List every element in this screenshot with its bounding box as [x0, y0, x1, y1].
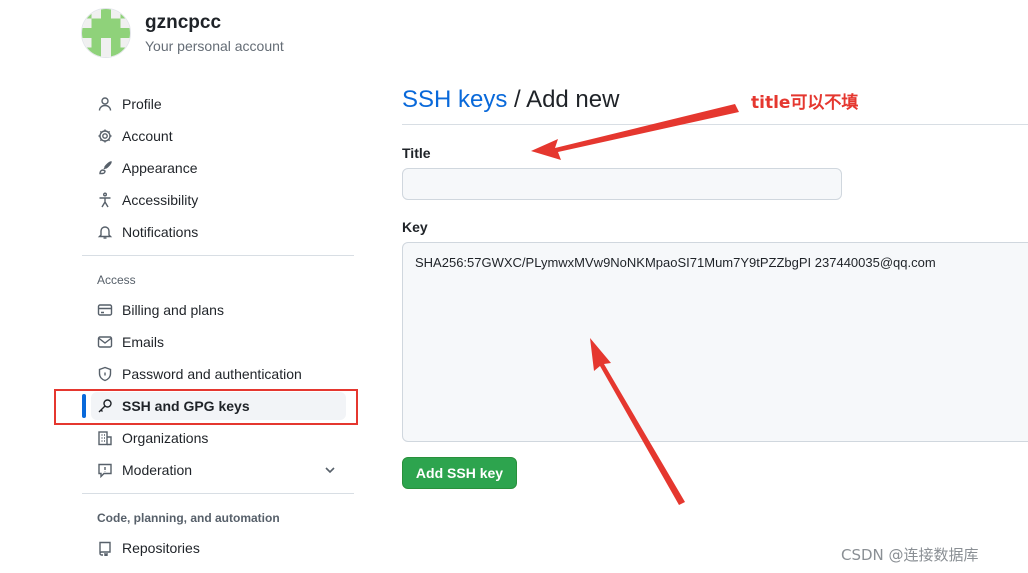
report-icon [97, 462, 113, 478]
breadcrumb-ssh-keys[interactable]: SSH keys [402, 86, 507, 113]
organization-icon [97, 430, 113, 446]
page-title: SSH keys / Add new [402, 86, 619, 114]
accessibility-icon [97, 192, 113, 208]
sidebar-item-label: Profile [122, 96, 162, 112]
sidebar-item-billing[interactable]: Billing and plans [91, 296, 346, 324]
sidebar-item-label: Billing and plans [122, 302, 224, 318]
account-username[interactable]: gzncpcc [145, 12, 221, 34]
sidebar-item-emails[interactable]: Emails [91, 328, 346, 356]
gear-icon [97, 128, 113, 144]
sidebar-item-organizations[interactable]: Organizations [91, 424, 346, 452]
title-divider [402, 124, 1028, 125]
credit-card-icon [97, 302, 113, 318]
avatar[interactable] [81, 8, 131, 58]
add-ssh-key-button[interactable]: Add SSH key [402, 457, 517, 489]
title-input[interactable] [402, 168, 842, 200]
sidebar-item-label: Repositories [122, 540, 200, 556]
sidebar-item-profile[interactable]: Profile [91, 90, 346, 118]
sidebar-item-password[interactable]: Password and authentication [91, 360, 346, 388]
sidebar-item-label: Accessibility [122, 192, 199, 208]
key-textarea[interactable]: SHA256:57GWXC/PLymwxMVw9NoNKMpaoSI71Mum7… [402, 242, 1028, 442]
sidebar-item-label: Account [122, 128, 173, 144]
sidebar-item-label: Emails [122, 334, 165, 350]
chevron-down-icon[interactable] [323, 463, 337, 477]
account-subtitle: Your personal account [145, 38, 284, 54]
sidebar-item-account[interactable]: Account [91, 122, 346, 150]
sidebar-item-appearance[interactable]: Appearance [91, 154, 346, 182]
sidebar-divider [82, 493, 354, 494]
sidebar-item-accessibility[interactable]: Accessibility [91, 186, 346, 214]
annotation-note: title可以不填 [751, 93, 859, 113]
watermark: CSDN @连接数据库 [841, 546, 979, 564]
sidebar-item-label: Notifications [122, 224, 199, 240]
sidebar-item-notifications[interactable]: Notifications [91, 218, 346, 246]
sidebar-item-label: Organizations [122, 430, 209, 446]
shield-lock-icon [97, 366, 113, 382]
key-label: Key [402, 219, 428, 235]
sidebar-item-repositories[interactable]: Repositories [91, 534, 346, 562]
bell-icon [97, 224, 113, 240]
sidebar-item-label: Moderation [122, 462, 193, 478]
breadcrumb-separator: / [514, 86, 521, 113]
page-title-text: Add new [526, 86, 620, 113]
sidebar-section-code: Code, planning, and automation [97, 511, 280, 525]
title-label: Title [402, 145, 431, 161]
highlight-box [54, 389, 358, 425]
sidebar-divider [82, 255, 354, 256]
sidebar-section-access: Access [97, 273, 136, 287]
paintbrush-icon [97, 160, 113, 176]
repo-icon [97, 540, 113, 556]
sidebar-item-moderation[interactable]: Moderation [91, 456, 346, 484]
sidebar-item-label: Appearance [122, 160, 198, 176]
mail-icon [97, 334, 113, 350]
person-icon [97, 96, 113, 112]
sidebar-item-label: Password and authentication [122, 366, 302, 382]
